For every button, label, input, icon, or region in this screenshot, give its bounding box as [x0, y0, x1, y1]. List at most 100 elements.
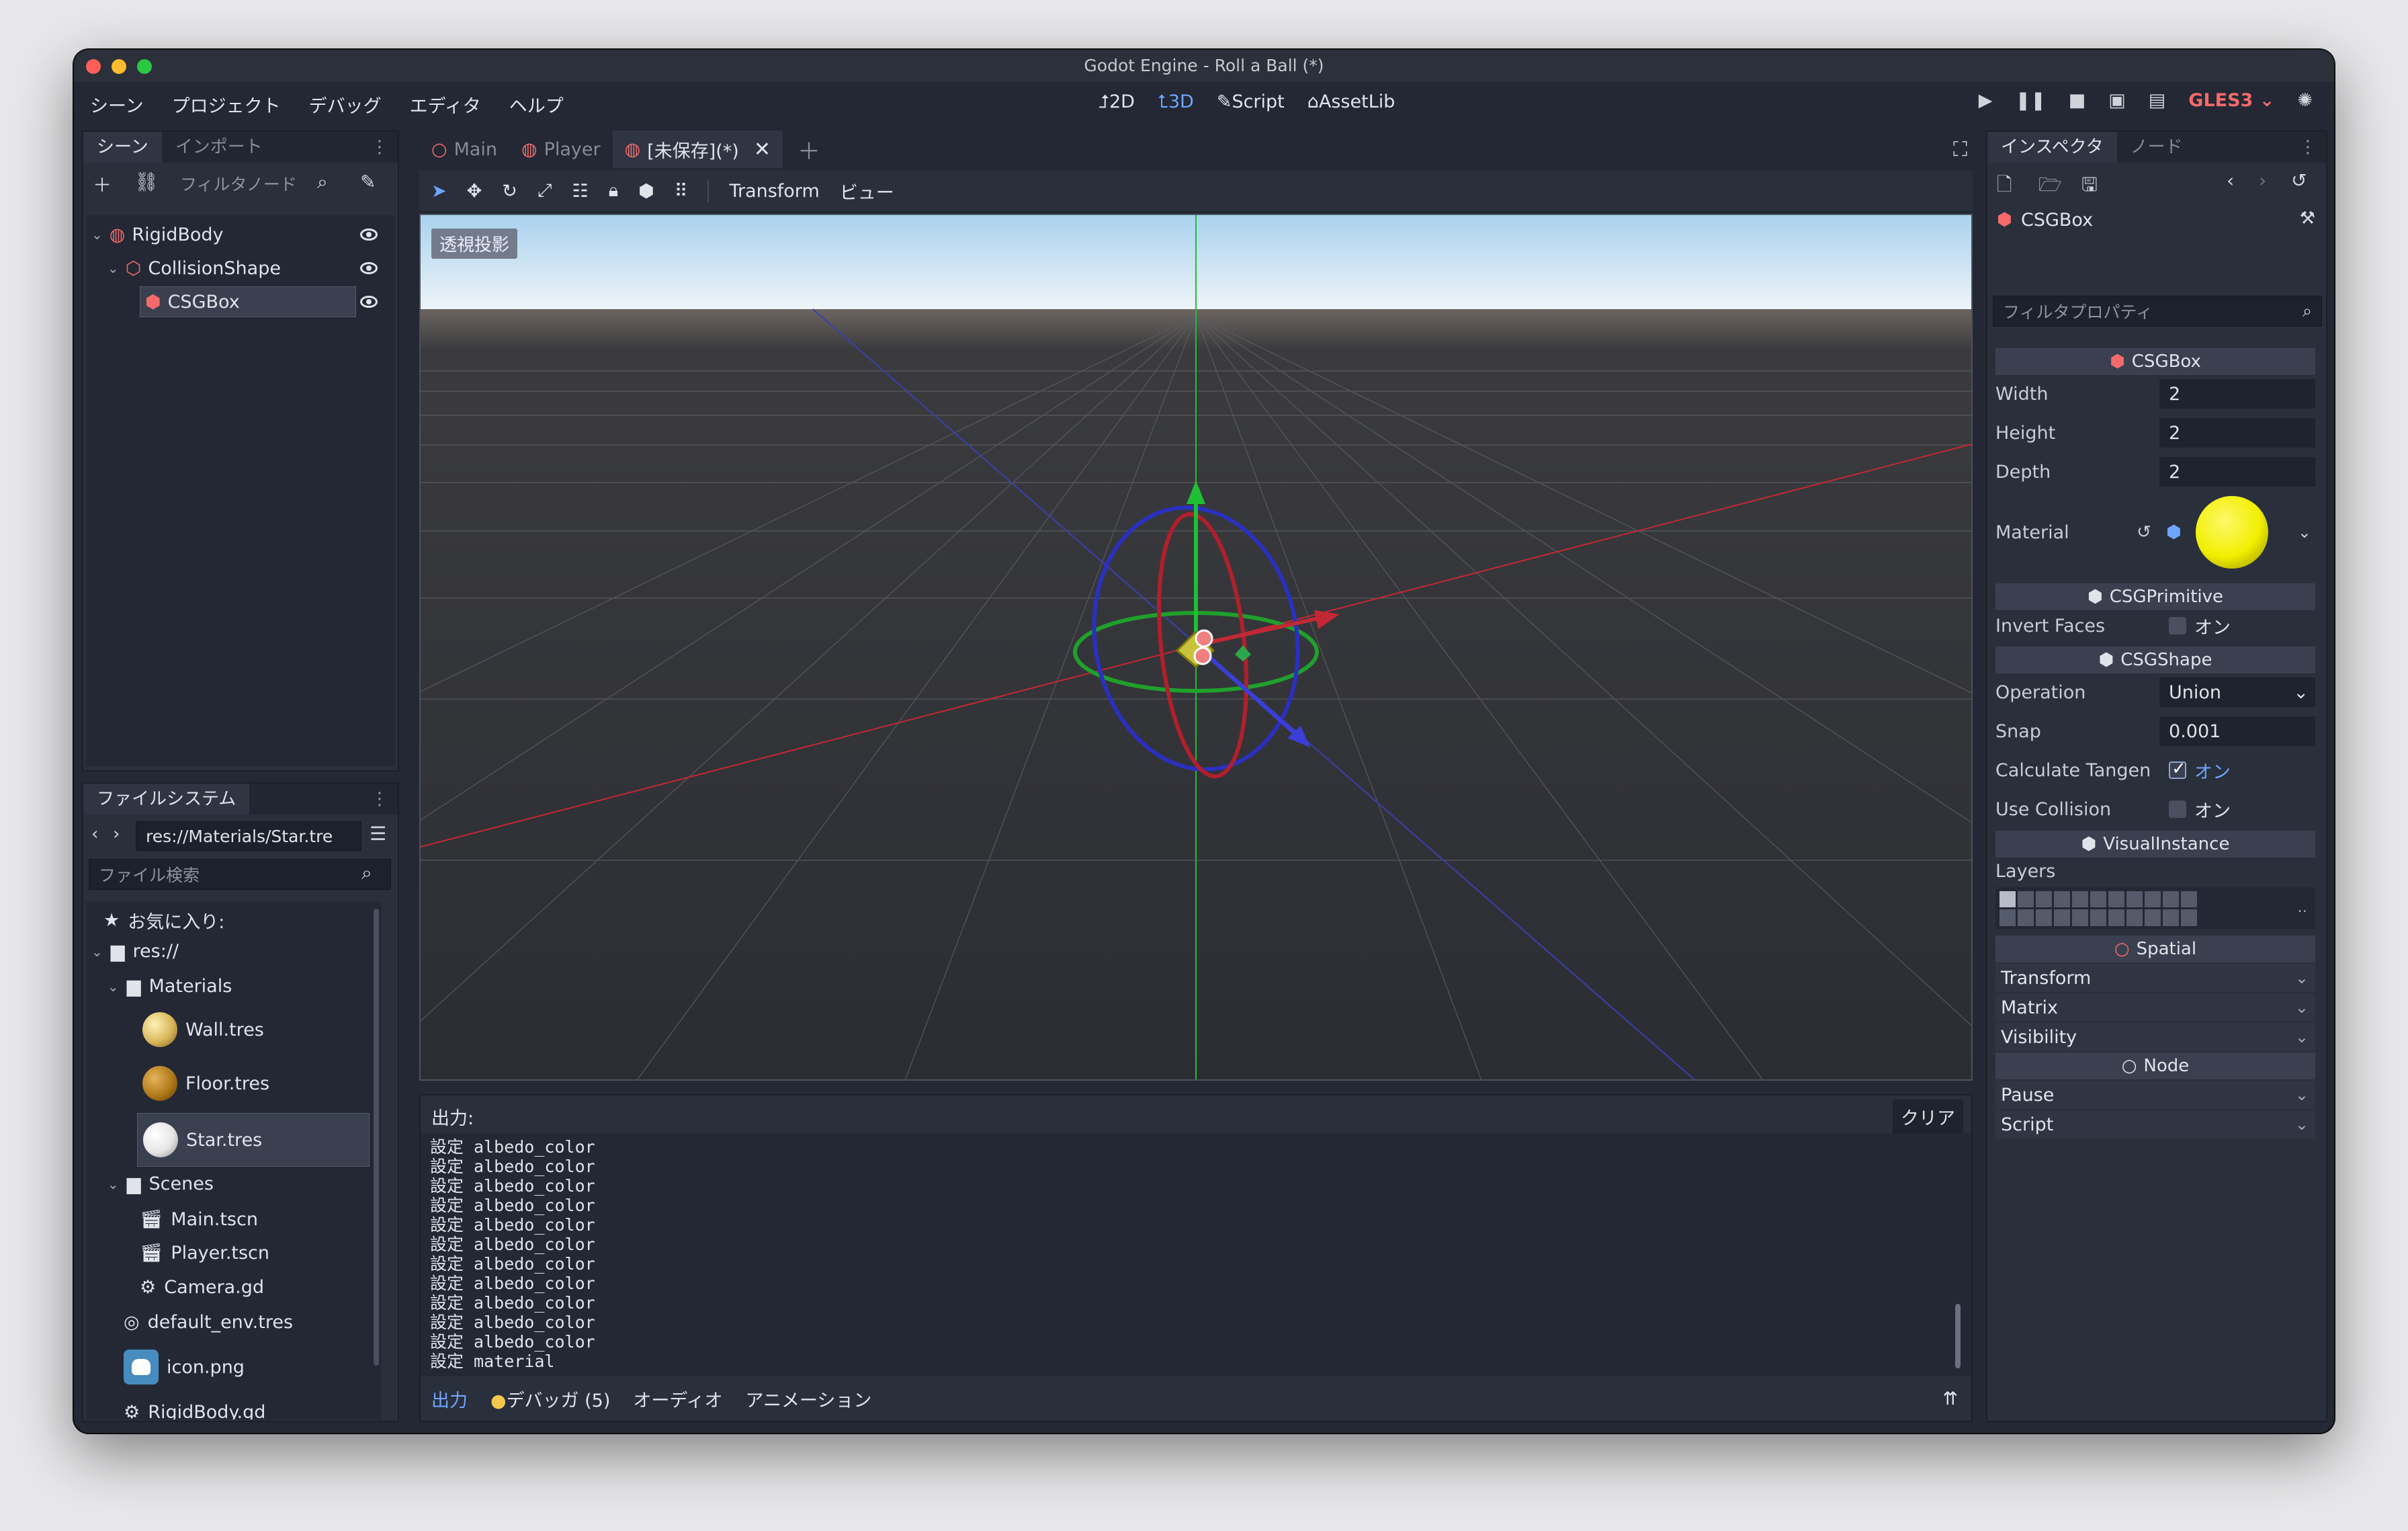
add-tab-icon[interactable]: ＋ — [783, 133, 835, 166]
clear-button[interactable]: クリア — [1893, 1100, 1963, 1134]
tab-inspector[interactable]: インスペクタ — [1987, 132, 2117, 163]
folder-row-scenes[interactable]: ⌄ ▆ Scenes — [108, 1173, 214, 1194]
visibility-eye-icon[interactable] — [360, 262, 378, 274]
layers-more-icon[interactable]: ‥ — [2297, 899, 2307, 916]
file-row-wall[interactable]: Wall.tres — [142, 1012, 264, 1047]
object-tools-icon[interactable]: ⚒ — [2300, 208, 2315, 229]
tree-node-collisionshape[interactable]: ⌄ ⬡ CollisionShape — [108, 253, 394, 284]
play-custom-scene-icon[interactable]: ▤ — [2149, 90, 2166, 111]
file-tree-scrollbar[interactable] — [374, 909, 379, 1366]
forward-icon[interactable]: › — [113, 824, 120, 844]
file-row-rigidbody-gd[interactable]: ⚙ RigidBody.gd — [124, 1402, 265, 1419]
file-row-camera-gd[interactable]: ⚙ Camera.gd — [140, 1277, 264, 1298]
renderer-select[interactable]: GLES3 ⌄ — [2188, 90, 2274, 111]
chevron-down-icon[interactable]: ⌄ — [2298, 523, 2311, 542]
tab-audio[interactable]: オーディオ — [633, 1386, 722, 1412]
file-row-default-env[interactable]: ◎ default_env.tres — [124, 1312, 293, 1333]
filter-nodes-input[interactable]: フィルタノード — [171, 169, 339, 198]
invert-faces-checkbox[interactable]: オン — [2169, 613, 2231, 639]
link-icon[interactable]: ⛓ — [134, 171, 159, 193]
new-resource-icon[interactable]: 🗋︎ — [1997, 171, 2012, 203]
file-row-main-tscn[interactable]: 🎬︎ Main.tscn — [140, 1208, 258, 1231]
select-tool-icon[interactable]: ➤ — [431, 181, 447, 202]
tab-import[interactable]: インポート — [162, 132, 276, 163]
file-row-floor[interactable]: Floor.tres — [142, 1066, 269, 1101]
list-select-icon[interactable]: ☷ — [572, 181, 588, 202]
tab-debugger[interactable]: ●デバッガ (5) — [490, 1386, 610, 1412]
tab-player[interactable]: ◍ Player — [509, 139, 613, 160]
use-collision-checkbox[interactable]: オン — [2169, 796, 2231, 823]
depth-input[interactable]: 2 — [2159, 457, 2315, 487]
fullscreen-icon[interactable]: ⛶ — [1953, 138, 1973, 161]
tab-scene[interactable]: シーン — [83, 132, 162, 163]
snap-input[interactable]: 0.001 — [2159, 716, 2315, 746]
folder-row-materials[interactable]: ⌄ ▆ Materials — [108, 976, 232, 997]
menu-project[interactable]: プロジェクト — [172, 91, 281, 118]
visibility-eye-icon[interactable] — [360, 296, 378, 308]
tab-animation[interactable]: アニメーション — [746, 1386, 872, 1412]
res-root-row[interactable]: ⌄ ▆ res:// — [91, 941, 179, 962]
expand-panel-icon[interactable]: ⇈ — [1942, 1389, 1971, 1409]
zoom-button[interactable] — [137, 59, 152, 74]
chevron-down-icon[interactable]: ⌄ — [108, 260, 119, 276]
play-scene-icon[interactable]: ▣ — [2108, 90, 2126, 111]
lock-icon[interactable]: 🔒︎ — [609, 180, 618, 202]
output-scrollbar[interactable] — [1955, 1304, 1961, 1368]
layers-grid[interactable]: ‥ — [1995, 887, 2315, 929]
menu-debug[interactable]: デバッグ — [309, 91, 382, 118]
chevron-down-icon[interactable]: ⌄ — [91, 226, 103, 243]
back-icon[interactable]: ‹ — [91, 824, 98, 844]
close-button[interactable] — [86, 59, 101, 74]
file-search-input[interactable]: ファイル検索 — [89, 859, 391, 890]
group-icon[interactable]: ⬢ — [638, 181, 654, 202]
3d-viewport[interactable]: 透視投影 — [419, 214, 1973, 1081]
mode-assetlib-button[interactable]: ⌂AssetLib — [1307, 91, 1395, 113]
file-row-player-tscn[interactable]: 🎬︎ Player.tscn — [140, 1242, 269, 1264]
add-node-icon[interactable]: ＋ — [93, 171, 112, 198]
tab-main[interactable]: ○ Main — [419, 139, 509, 160]
chevron-down-icon[interactable]: ⌄ — [108, 979, 119, 995]
pause-icon[interactable]: ❚❚ — [2016, 90, 2046, 111]
history-icon[interactable]: ↺ — [2291, 169, 2307, 192]
history-back-icon[interactable]: ‹ — [2227, 169, 2234, 192]
rotate-tool-icon[interactable]: ↻ — [502, 181, 517, 202]
tab-unsaved[interactable]: ◍ [未保存](*) ✕ — [612, 130, 783, 168]
mode-script-button[interactable]: ✎Script — [1217, 91, 1285, 113]
open-folder-icon[interactable]: 🗁︎ — [2038, 171, 2062, 203]
tree-node-rigidbody[interactable]: ⌄ ◍ RigidBody — [91, 219, 394, 250]
layer-1-active[interactable] — [2000, 891, 2016, 907]
list-view-icon[interactable]: ☰ — [370, 823, 386, 845]
scale-tool-icon[interactable]: ⤢ — [538, 180, 552, 202]
minimize-button[interactable] — [112, 59, 126, 74]
operation-select[interactable]: Union ⌄ — [2159, 677, 2315, 707]
height-input[interactable]: 2 — [2159, 418, 2315, 448]
width-input[interactable]: 2 — [2159, 379, 2315, 409]
favorites-row[interactable]: ★ お気に入り: — [103, 907, 224, 934]
file-row-icon-png[interactable]: icon.png — [124, 1350, 245, 1384]
mode-3d-button[interactable]: ⮤3D — [1158, 91, 1194, 113]
prop-group-pause[interactable]: Pause ⌄ — [1995, 1081, 2315, 1109]
more-icon[interactable]: ⋮ — [371, 789, 398, 809]
transform-menu[interactable]: Transform — [729, 181, 819, 202]
play-icon[interactable]: ▶ — [1979, 90, 1993, 111]
tree-node-csgbox[interactable]: ⬢ CSGBox — [140, 286, 394, 317]
history-forward-icon[interactable]: › — [2259, 169, 2266, 192]
menu-help[interactable]: ヘルプ — [509, 91, 564, 118]
save-icon[interactable]: 🖫︎ — [2081, 171, 2098, 203]
filter-properties-input[interactable]: フィルタプロパティ ⌕ — [1993, 296, 2322, 327]
prop-group-script[interactable]: Script ⌄ — [1995, 1110, 2315, 1139]
attach-script-icon[interactable]: ✎ — [360, 171, 376, 193]
tab-filesystem[interactable]: ファイルシステム — [83, 784, 250, 815]
calculate-tangents-checkbox[interactable]: オン — [2169, 757, 2231, 784]
menu-editor[interactable]: エディタ — [410, 91, 481, 118]
mode-2d-button[interactable]: ⮥2D — [1099, 91, 1135, 113]
prop-group-visibility[interactable]: Visibility ⌄ — [1995, 1023, 2315, 1051]
perspective-button[interactable]: 透視投影 — [431, 229, 518, 259]
chevron-down-icon[interactable]: ⌄ — [108, 1176, 119, 1192]
close-tab-icon[interactable]: ✕ — [754, 138, 771, 161]
more-icon[interactable]: ⋮ — [2299, 137, 2326, 157]
path-input[interactable]: res://Materials/Star.tre — [136, 821, 361, 851]
prop-group-transform[interactable]: Transform ⌄ — [1995, 964, 2315, 992]
prop-group-matrix[interactable]: Matrix ⌄ — [1995, 993, 2315, 1022]
visibility-eye-icon[interactable] — [360, 229, 378, 241]
